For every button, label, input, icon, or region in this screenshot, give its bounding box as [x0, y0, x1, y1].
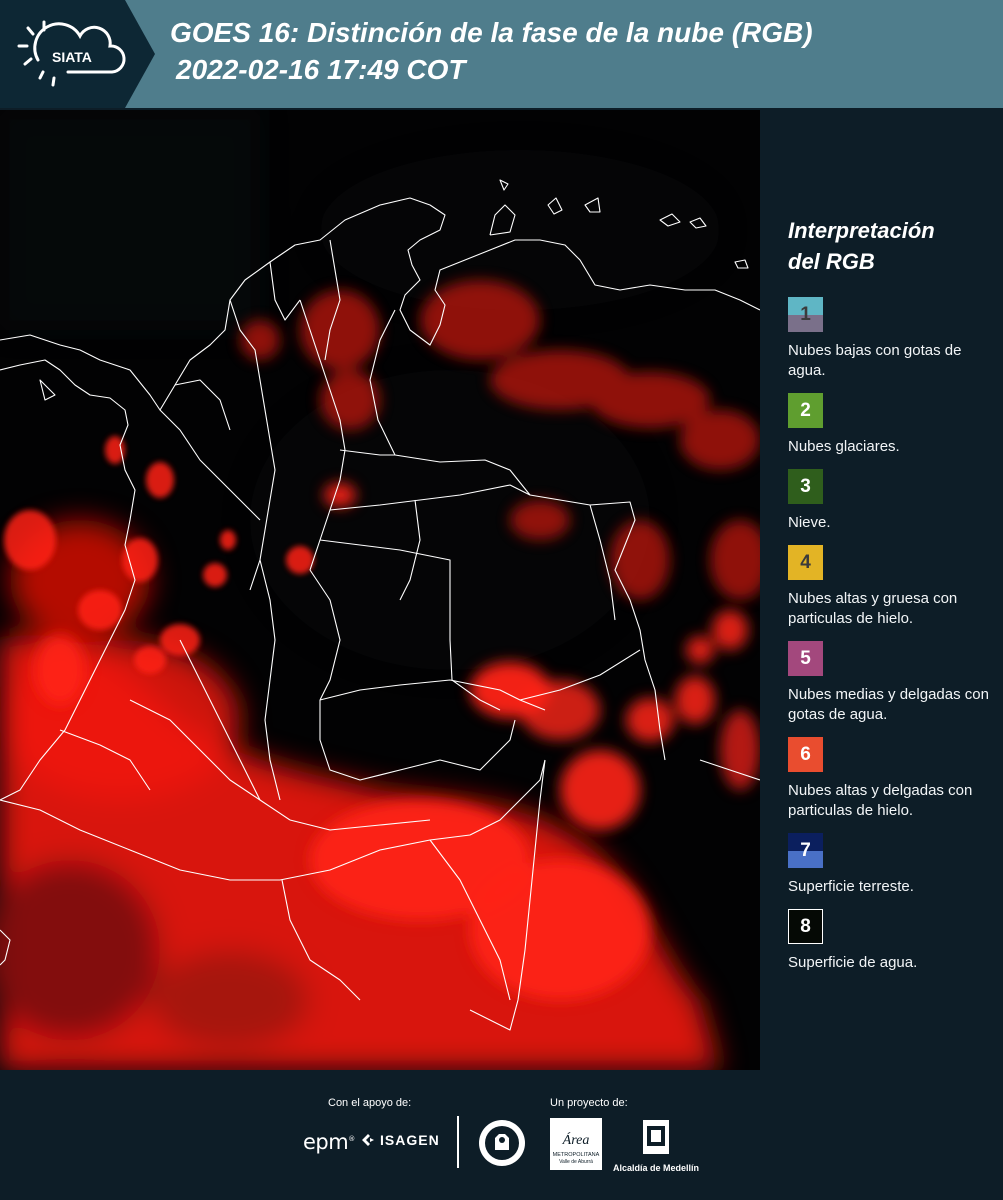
epm-logo: epm®	[303, 1130, 355, 1154]
rgb-legend: Interpretación del RGB 1 Nubes bajas con …	[788, 215, 993, 985]
legend-item-5: 5 Nubes medias y delgadas con gotas de ag…	[788, 641, 993, 725]
siata-logo-text: SIATA	[52, 49, 92, 65]
legend-number: 2	[800, 399, 811, 421]
legend-swatch: 7	[788, 833, 823, 868]
legend-items: 1 Nubes bajas con gotas de agua. 2 Nubes gl…	[788, 297, 993, 973]
legend-description: Nubes medias y delgadas con gotas de agu…	[788, 686, 989, 723]
page-title: GOES 16: Distinción de la fase de la nub…	[170, 14, 990, 88]
legend-number: 7	[800, 839, 811, 861]
seal-logo	[477, 1118, 527, 1173]
footer-divider	[457, 1116, 459, 1168]
legend-swatch: 6	[788, 737, 823, 772]
legend-number: 1	[800, 303, 811, 325]
legend-description: Nubes bajas con gotas de agua.	[788, 342, 962, 379]
legend-number: 3	[800, 475, 811, 497]
legend-swatch: 3	[788, 469, 823, 504]
title-datetime: 2022-02-16 17:49 COT	[176, 54, 466, 85]
escudo-medellin-icon	[643, 1120, 669, 1154]
isagen-logo-text: ISAGEN	[380, 1132, 440, 1148]
siata-logo: SIATA	[0, 0, 155, 108]
title-product: GOES 16: Distinción de la fase de la nub…	[170, 17, 813, 48]
legend-swatch: 8	[788, 909, 823, 944]
area-metropolitana-logo: Área METROPOLITANA Valle de Aburrá	[550, 1118, 602, 1175]
legend-item-1: 1 Nubes bajas con gotas de agua.	[788, 297, 993, 381]
legend-description: Nieve.	[788, 514, 831, 531]
legend-swatch: 2	[788, 393, 823, 428]
support-label: Con el apoyo de:	[328, 1097, 412, 1109]
isagen-mark-icon	[362, 1134, 374, 1146]
area-logo-subtext-2: Valle de Aburrá	[559, 1159, 593, 1165]
legend-number: 8	[800, 915, 811, 937]
legend-number: 5	[800, 647, 811, 669]
area-logo-subtext: METROPOLITANA	[553, 1152, 600, 1158]
legend-item-8: 8 Superficie de agua.	[788, 909, 993, 973]
legend-description: Superficie terreste.	[788, 878, 914, 895]
footer: Con el apoyo de: Un proyecto de: epm® IS…	[0, 1070, 1003, 1200]
project-label: Un proyecto de:	[550, 1097, 628, 1109]
legend-description: Nubes altas y gruesa con particulas de h…	[788, 590, 958, 627]
area-logo-text: Área	[562, 1131, 590, 1148]
legend-title: Interpretación del RGB	[788, 218, 935, 274]
satellite-rgb-image	[0, 110, 760, 1070]
legend-swatch: 4	[788, 545, 823, 580]
isagen-logo: ISAGEN	[360, 1132, 440, 1148]
legend-swatch: 1	[788, 297, 823, 332]
alcaldia-medellin-text: Alcaldía de Medellín	[612, 1163, 700, 1173]
legend-swatch: 5	[788, 641, 823, 676]
legend-description: Nubes altas y delgadas con particulas de…	[788, 782, 973, 819]
legend-item-4: 4 Nubes altas y gruesa con particulas de …	[788, 545, 993, 629]
legend-item-3: 3 Nieve.	[788, 469, 993, 533]
satellite-map	[0, 110, 760, 1070]
legend-description: Superficie de agua.	[788, 954, 918, 971]
legend-item-7: 7 Superficie terreste.	[788, 833, 993, 897]
alcaldia-medellin-logo: Alcaldía de Medellín	[610, 1118, 702, 1173]
legend-item-6: 6 Nubes altas y delgadas con particulas d…	[788, 737, 993, 821]
legend-description: Nubes glaciares.	[788, 438, 900, 455]
legend-number: 4	[800, 551, 811, 573]
header-banner: SIATA GOES 16: Distinción de la fase de …	[0, 0, 1003, 108]
legend-number: 6	[800, 743, 811, 765]
legend-item-2: 2 Nubes glaciares.	[788, 393, 993, 457]
